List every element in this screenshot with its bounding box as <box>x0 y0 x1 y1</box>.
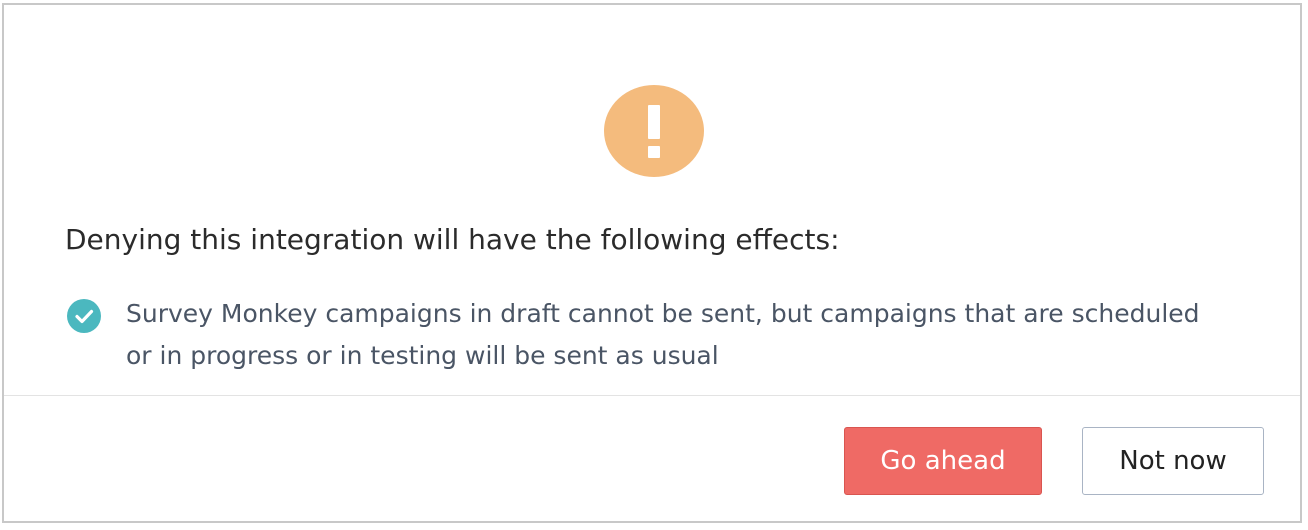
effect-text: Survey Monkey campaigns in draft cannot … <box>126 299 1200 370</box>
check-circle-icon <box>67 299 101 333</box>
footer-divider <box>4 395 1300 396</box>
exclamation-icon <box>604 85 704 177</box>
confirmation-dialog: Denying this integration will have the f… <box>2 3 1302 523</box>
dialog-heading: Denying this integration will have the f… <box>65 223 840 256</box>
not-now-button[interactable]: Not now <box>1082 427 1264 495</box>
go-ahead-button[interactable]: Go ahead <box>844 427 1042 495</box>
